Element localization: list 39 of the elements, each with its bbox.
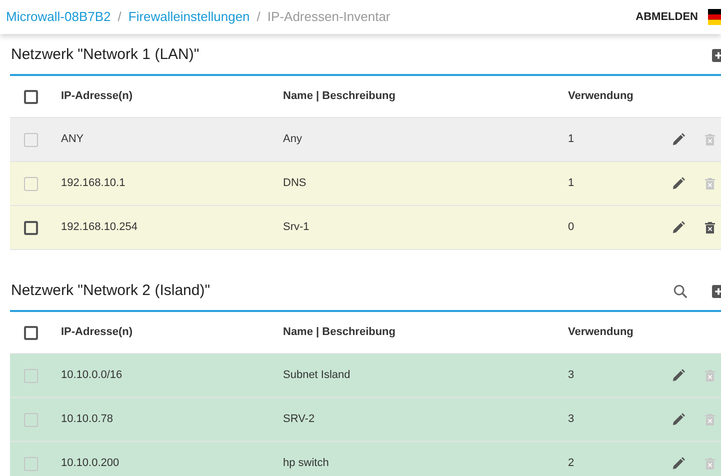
usage-cell: 0 [568,221,574,234]
usage-cell: 1 [568,133,574,146]
select-all-checkbox[interactable] [24,326,38,340]
name-cell: SRV-2 [283,413,315,426]
breadcrumb-current: IP-Adressen-Inventar [267,8,390,26]
logout-button[interactable]: ABMELDEN [636,8,698,26]
name-cell: Subnet Island [283,369,350,382]
breadcrumb-separator: / [118,8,122,26]
breadcrumb-link[interactable]: Microwall-08B7B2 [6,7,111,27]
name-cell: hp switch [283,457,329,470]
usage-cell: 3 [568,369,574,382]
usage-cell: 2 [568,457,574,470]
section-title: Netzwerk "Network 2 (Island)" [11,281,210,302]
breadcrumb-link[interactable]: Firewalleinstellungen [128,7,250,27]
column-header: Verwendung [568,90,634,102]
usage-cell: 3 [568,413,574,426]
usage-cell: 1 [568,177,574,190]
column-header: Name | Beschreibung [283,90,396,102]
column-header: Name | Beschreibung [283,326,396,338]
breadcrumb-separator: / [256,8,260,26]
name-cell: Srv-1 [283,221,310,234]
search-icon[interactable] [673,284,688,299]
edit-icon[interactable] [672,221,684,234]
section-title: Netzwerk "Network 1 (LAN)" [11,45,200,66]
select-all-checkbox[interactable] [24,90,38,104]
ip-address-cell: 10.10.0.78 [61,413,113,426]
ip-address-cell: 192.168.10.1 [61,177,126,190]
name-cell: DNS [283,177,306,190]
ip-address-cell: 192.168.10.254 [61,221,138,234]
column-header: Verwendung [568,326,634,338]
ip-address-cell: 10.10.0.200 [61,457,120,470]
ip-address-cell: 10.10.0.0/16 [61,369,122,382]
name-cell: Any [283,133,302,146]
flag-icon[interactable] [708,9,721,25]
ip-address-cell: ANY [61,133,84,146]
column-header: IP-Adresse(n) [61,90,133,102]
row-checkbox[interactable] [24,220,38,234]
delete-icon[interactable] [705,222,715,234]
column-header: IP-Adresse(n) [61,326,133,338]
